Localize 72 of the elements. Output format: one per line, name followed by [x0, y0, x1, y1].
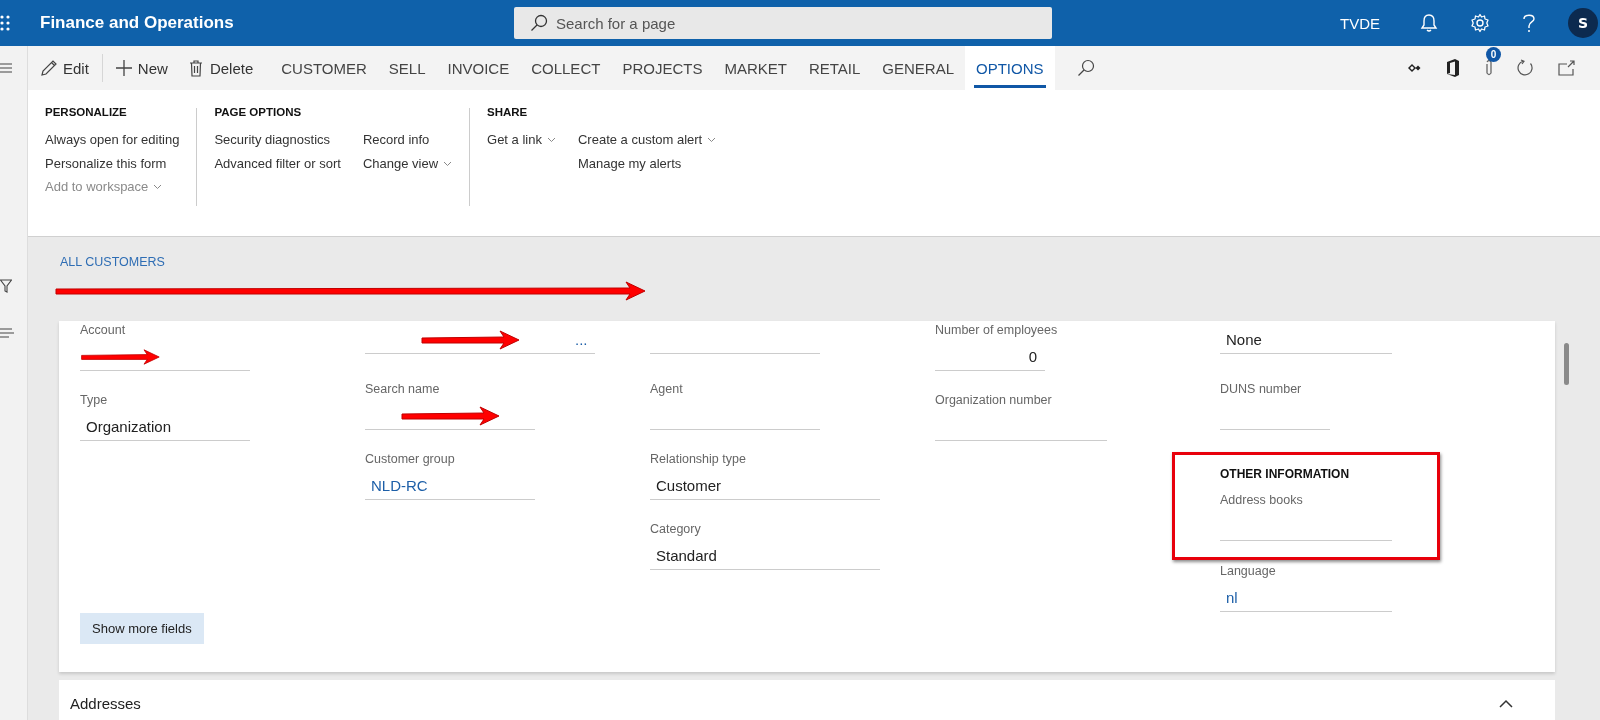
app-title[interactable]: Finance and Operations — [40, 13, 514, 33]
input-field[interactable]: 0 — [935, 339, 1045, 371]
input-field[interactable]: ... — [365, 322, 595, 354]
breadcrumb-link[interactable]: ALL CUSTOMERS — [60, 255, 165, 269]
pencil-icon — [40, 59, 58, 77]
ribbon-tab[interactable]: GENERAL — [871, 46, 965, 90]
search-icon[interactable] — [1076, 59, 1095, 77]
search-icon — [530, 14, 548, 32]
open-new-window-icon[interactable] — [1558, 60, 1576, 76]
plus-icon — [114, 59, 133, 77]
refresh-icon[interactable] — [1516, 59, 1534, 77]
chevron-down-icon — [546, 136, 556, 144]
ribbon-tab[interactable]: OPTIONS — [965, 46, 1055, 90]
input-field[interactable]: Customer — [650, 468, 880, 500]
ribbon-command[interactable]: Record info — [362, 131, 453, 149]
avatar[interactable]: S — [1568, 8, 1598, 38]
field-label: Organization number — [935, 392, 1053, 409]
help-icon[interactable] — [1522, 13, 1536, 33]
settings-icon[interactable] — [1470, 13, 1490, 33]
chevron-down-icon — [153, 183, 163, 191]
ribbon-command[interactable]: Change view — [362, 154, 453, 172]
group-title: PAGE OPTIONS — [214, 106, 303, 118]
ribbon-command[interactable]: Personalize this form — [45, 154, 180, 172]
ribbon-command[interactable]: Advanced filter or sort — [214, 154, 341, 172]
search-field[interactable]: Search for a page — [514, 7, 1052, 39]
ribbon-tab[interactable]: MARKET — [713, 46, 798, 90]
field-label: Agent — [650, 381, 684, 398]
bell-icon[interactable] — [1420, 13, 1438, 33]
app-launcher-icon[interactable] — [0, 14, 12, 32]
ribbon-command[interactable]: Manage my alerts — [577, 154, 717, 172]
diamonds-icon[interactable] — [1408, 63, 1422, 73]
field-label: Language — [1220, 563, 1277, 580]
ribbon-tab[interactable]: CUSTOMER — [270, 46, 378, 90]
field-label: Relationship type — [650, 451, 747, 468]
field-label: Customer group — [365, 451, 456, 468]
ribbon-tab[interactable]: SELL — [377, 46, 437, 90]
command-button[interactable]: Edit — [38, 46, 96, 90]
field-label: Search name — [365, 381, 441, 398]
scrollbar-thumb[interactable] — [1564, 343, 1569, 385]
chevron-up-icon[interactable] — [1499, 698, 1513, 708]
paperclip-icon[interactable] — [1484, 59, 1494, 77]
group-title: PERSONALIZE — [45, 106, 128, 118]
count-badge: 0 — [1486, 47, 1501, 62]
ribbon-tab[interactable]: PROJECTS — [611, 46, 714, 90]
field-label: Number of employees — [935, 322, 1059, 339]
ribbon-command[interactable]: Get a link — [487, 131, 556, 149]
input-field[interactable]: nl — [1220, 580, 1392, 612]
field-label: Account — [80, 322, 127, 339]
ribbon-tab[interactable]: COLLECT — [520, 46, 612, 90]
ribbon-command[interactable]: Security diagnostics — [214, 131, 341, 149]
group-title: SHARE — [487, 106, 529, 118]
field-label: Address books — [1220, 492, 1304, 509]
input-field[interactable]: Organization — [80, 409, 250, 441]
company-picker[interactable]: TVDE — [1340, 14, 1380, 32]
filter-icon[interactable] — [0, 279, 12, 293]
input-field[interactable]: Standard — [650, 538, 880, 570]
field-label: Type — [80, 392, 109, 409]
command-button[interactable]: New — [112, 46, 175, 90]
ribbon-command[interactable]: Create a custom alert — [577, 131, 717, 149]
input-field[interactable]: NLD-RC — [365, 468, 535, 500]
office-icon[interactable] — [1446, 59, 1460, 77]
input-field[interactable]: None — [1220, 322, 1392, 354]
show-more-button[interactable]: Show more fields — [80, 612, 204, 644]
chevron-down-icon — [443, 159, 453, 167]
ribbon-command[interactable]: Always open for editing — [45, 131, 180, 149]
field-label: Category — [650, 521, 702, 538]
ribbon-tab[interactable]: INVOICE — [436, 46, 521, 90]
command-button[interactable]: Delete — [184, 46, 261, 90]
chevron-down-icon — [707, 136, 717, 144]
field-label: DUNS number — [1220, 381, 1303, 398]
ribbon-tab[interactable]: RETAIL — [797, 46, 872, 90]
section-title: OTHER INFORMATION — [1220, 466, 1351, 481]
